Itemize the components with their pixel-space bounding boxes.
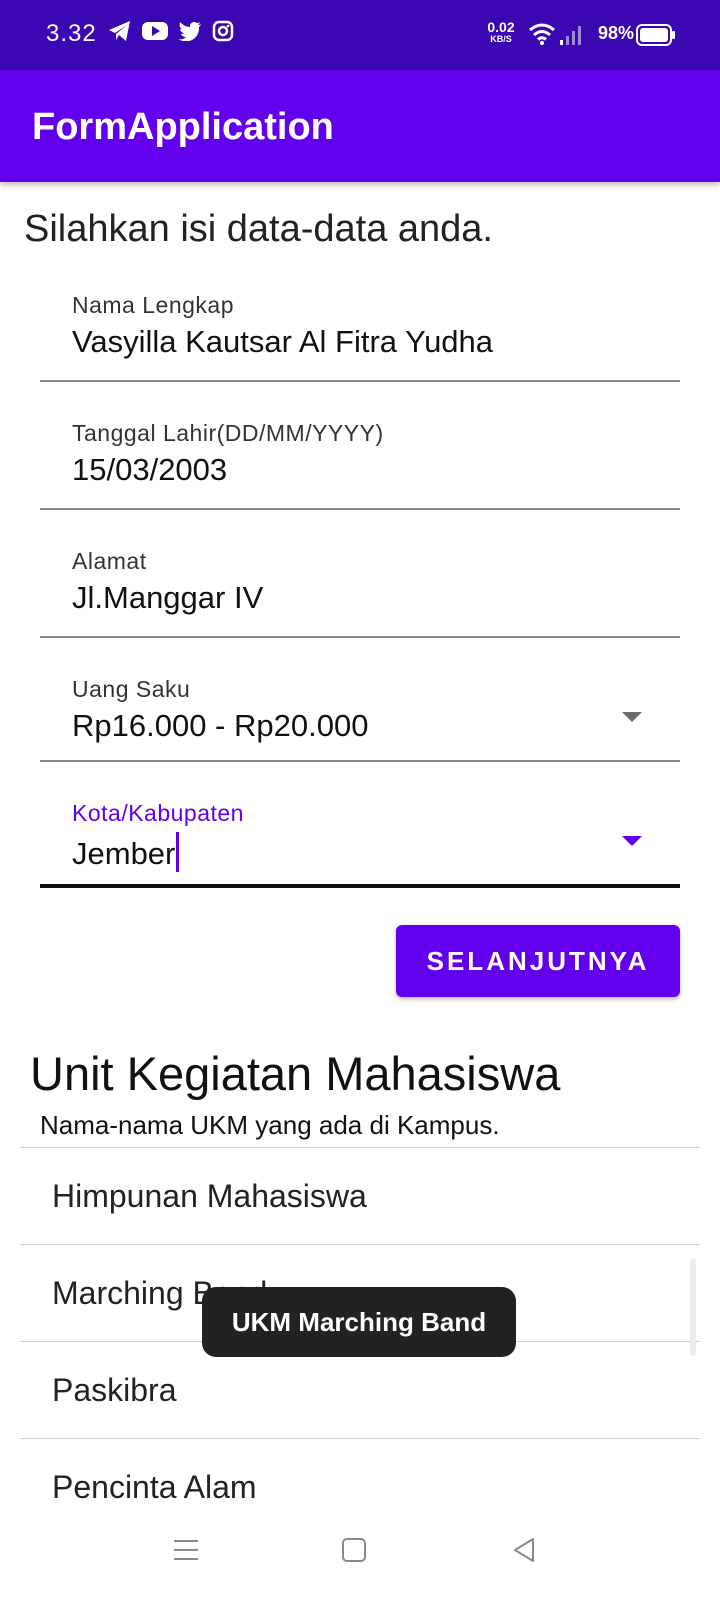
text-cursor: [176, 832, 180, 872]
field-value: Vasyilla Kautsar Al Fitra Yudha: [72, 324, 494, 359]
back-triangle-icon: [514, 1538, 534, 1562]
app-bar: FormApplication: [0, 70, 720, 182]
dropdown-arrow-icon[interactable]: [622, 712, 642, 722]
field-label: Nama Lengkap: [72, 292, 234, 318]
dropdown-arrow-icon[interactable]: [622, 836, 642, 846]
home-button[interactable]: [334, 1530, 374, 1570]
field-label: Tanggal Lahir(DD/MM/YYYY): [72, 420, 384, 446]
pocket-money-dropdown[interactable]: Uang Saku Rp16.000 - Rp20.000: [40, 654, 680, 762]
birth-date-field[interactable]: Tanggal Lahir(DD/MM/YYYY) 15/03/2003: [40, 398, 680, 510]
status-time: 3.32: [46, 20, 97, 47]
menu-icon: [174, 1540, 198, 1560]
city-dropdown[interactable]: Kota/Kabupaten Jember: [40, 778, 680, 888]
address-field[interactable]: Alamat Jl.Manggar IV: [40, 526, 680, 638]
field-label: Kota/Kabupaten: [72, 800, 244, 826]
field-value: Jl.Manggar IV: [72, 580, 264, 615]
list-item-label: Paskibra: [52, 1372, 177, 1408]
wifi-icon: [529, 23, 555, 45]
list-item-label: Himpunan Mahasiswa: [52, 1178, 367, 1214]
network-speed-unit: KB/S: [490, 34, 512, 44]
field-value: 15/03/2003: [72, 452, 228, 487]
network-speed: 0.02 KB/S: [483, 20, 519, 44]
menu-button[interactable]: [166, 1530, 206, 1570]
ukm-subtitle: Nama-nama UKM yang ada di Kampus.: [40, 1110, 500, 1140]
field-value: Jember: [72, 832, 180, 872]
ukm-title: Unit Kegiatan Mahasiswa: [30, 1047, 561, 1100]
network-speed-value: 0.02: [487, 19, 515, 35]
telegram-icon: [109, 21, 130, 41]
form-intro: Silahkan isi data-data anda.: [24, 208, 493, 250]
status-bar: 3.32 0.02 KB/S 98%: [0, 0, 720, 70]
battery-percent: 98%: [598, 23, 635, 43]
field-label: Alamat: [72, 548, 147, 574]
list-scrollbar[interactable]: [690, 1258, 696, 1356]
list-item-label: Pencinta Alam: [52, 1469, 257, 1505]
signal-icon: [560, 26, 581, 45]
youtube-icon: [142, 22, 168, 40]
field-value-text: Jember: [72, 836, 176, 871]
twitter-icon: [178, 21, 201, 41]
next-button[interactable]: SELANJUTNYA: [396, 925, 680, 997]
list-item[interactable]: Himpunan Mahasiswa: [20, 1147, 700, 1244]
navigation-bar: [0, 1520, 720, 1600]
instagram-icon: [212, 20, 234, 42]
back-button[interactable]: [504, 1530, 544, 1570]
app-title: FormApplication: [32, 106, 334, 148]
full-name-field[interactable]: Nama Lengkap Vasyilla Kautsar Al Fitra Y…: [40, 270, 680, 382]
home-square-icon: [342, 1538, 366, 1562]
field-value: Rp16.000 - Rp20.000: [72, 708, 369, 743]
toast-message: UKM Marching Band: [202, 1287, 516, 1357]
battery-icon: [636, 24, 675, 46]
notification-icons: [108, 20, 234, 42]
field-label: Uang Saku: [72, 676, 191, 702]
